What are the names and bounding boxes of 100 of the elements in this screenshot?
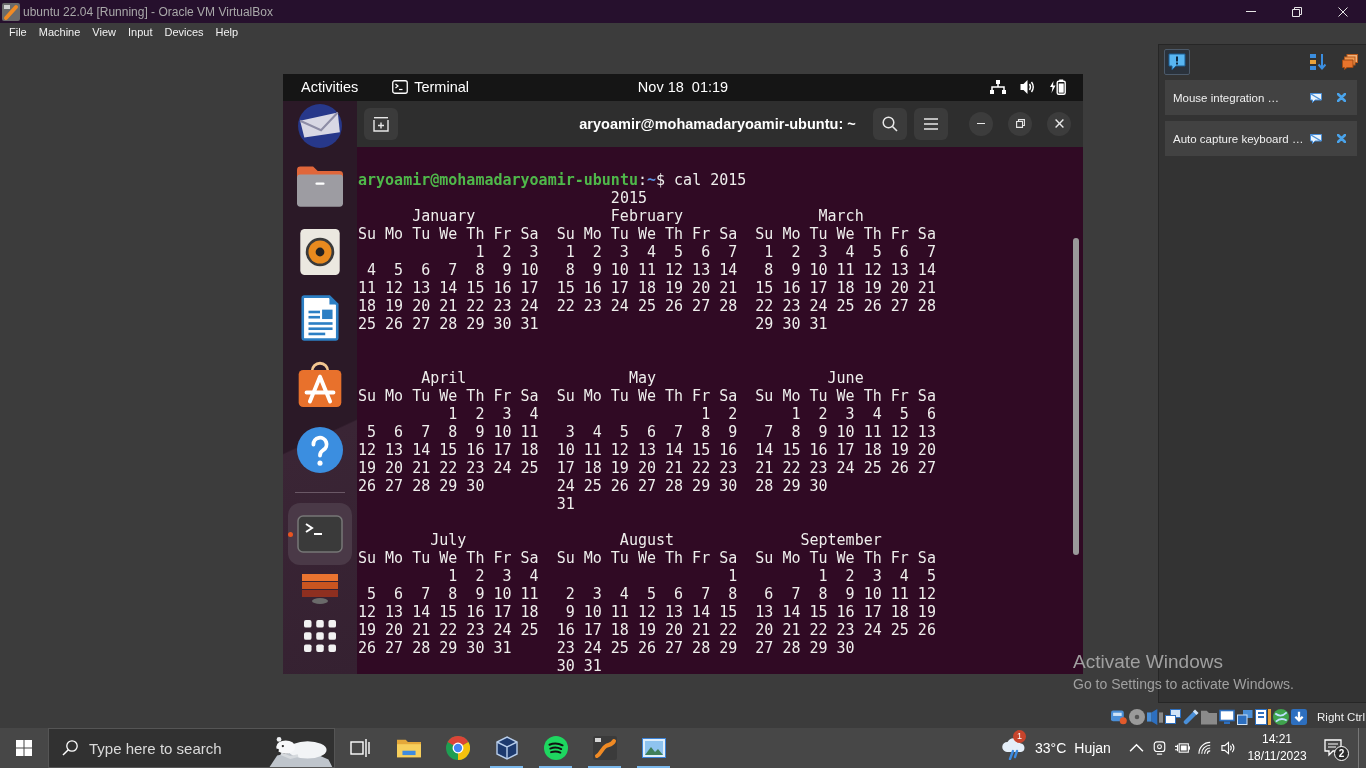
- picture-icon: [641, 736, 666, 760]
- week-row: 1 2 3 4 5: [818, 566, 936, 585]
- activation-message: Go to Settings to activate Windows.: [1073, 675, 1294, 693]
- close-button[interactable]: [1047, 111, 1071, 136]
- scrollbar-thumb[interactable]: [1073, 237, 1079, 555]
- week-row: 7 8 9 10 11 12 13: [764, 422, 936, 441]
- week-row: 19 20 21 22 23 24 25: [358, 620, 539, 639]
- week-row: 1 2 3 4: [448, 566, 539, 585]
- weekday-header: Su Mo Tu We Th Fr Sa: [755, 386, 936, 405]
- menu-item[interactable]: File: [3, 24, 33, 40]
- notification-count: 2: [1334, 746, 1349, 761]
- weekday-header: Su Mo Tu We Th Fr Sa: [556, 386, 738, 405]
- menu-item[interactable]: Devices: [158, 24, 210, 40]
- chevron-up-icon: [1129, 741, 1144, 755]
- optical-disc-icon[interactable]: [1129, 709, 1146, 725]
- volume-icon[interactable]: [1020, 80, 1036, 94]
- menu-item[interactable]: Help: [209, 24, 245, 40]
- minimize-icon: [977, 122, 985, 125]
- week-row: 16 17 18 19 20 21 22: [556, 620, 738, 639]
- week-row: 20 21 22 23 24 25 26: [755, 620, 936, 639]
- month-name: April: [421, 368, 467, 387]
- search-field[interactable]: Type here to search: [89, 737, 264, 759]
- search-button[interactable]: [873, 107, 907, 140]
- battery-icon[interactable]: [1050, 79, 1066, 95]
- task-view-icon: [349, 739, 370, 757]
- week-row: 5 6 7 8 9 10 11: [367, 584, 539, 603]
- week-row: 4 5 6 7 8 9 10: [367, 260, 539, 279]
- stacked-cards-icon: [1342, 53, 1358, 70]
- week-row: 14 15 16 17 18 19 20: [755, 440, 936, 459]
- usb-icon[interactable]: [1183, 709, 1200, 725]
- menu-item[interactable]: View: [86, 24, 122, 40]
- week-row: 17 18 19 20 21 22 23: [556, 458, 738, 477]
- crossed-bubble-icon: [1310, 92, 1322, 103]
- menu-icon: [924, 117, 938, 130]
- week-row: 1 2: [701, 404, 738, 423]
- week-row: 1 2 3: [475, 242, 539, 261]
- week-row: 18 19 20 21 22 23 24: [358, 296, 539, 315]
- stack-icon: [302, 574, 338, 605]
- maximize-button[interactable]: [1008, 111, 1032, 136]
- month-name: March: [818, 206, 864, 225]
- hard-disk-icon[interactable]: [1111, 709, 1128, 725]
- search-icon: [62, 740, 78, 756]
- week-row: 9 10 11 12 13 14 15: [565, 602, 738, 621]
- shopping-bag-icon: [297, 360, 343, 407]
- week-row: 24 25 26 27 28 29 30: [556, 476, 738, 495]
- host-key-label: Right Ctrl: [1317, 711, 1365, 723]
- four-panes-icon: [16, 740, 32, 756]
- network-icon[interactable]: [990, 80, 1006, 94]
- week-row: 1 2 3 4 5 6 7: [565, 242, 738, 261]
- clock-button[interactable]: Nov 18 01:19: [629, 75, 737, 99]
- week-row: 8 9 10 11 12 13 14: [565, 260, 738, 279]
- search-box[interactable]: Type here to search: [48, 728, 335, 768]
- battery-plug-icon: [1175, 741, 1190, 755]
- week-row: 26 27 28 29 30 31: [358, 638, 512, 657]
- weather-temperature: 33°C: [1035, 740, 1067, 756]
- weekday-header: Su Mo Tu We Th Fr Sa: [358, 386, 539, 405]
- crossed-bubble-icon: [1310, 133, 1322, 144]
- week-row: 13 14 15 16 17 18 19: [755, 602, 936, 621]
- app-menu-button[interactable]: Terminal: [384, 75, 477, 99]
- monitor-icon[interactable]: [1219, 709, 1236, 725]
- sound-waves-icon: [543, 736, 568, 760]
- action-center-button[interactable]: 2: [1313, 728, 1353, 768]
- week-row: 8 9 10 11 12 13 14: [764, 260, 936, 279]
- restore-icon: [1015, 119, 1025, 128]
- sort-icon: [1310, 53, 1326, 70]
- week-row: 11 12 13 14 15 16 17: [358, 278, 539, 297]
- globe-icon[interactable]: [1273, 709, 1290, 725]
- weather-condition: Hujan: [1074, 740, 1111, 756]
- menu-item[interactable]: Input: [121, 24, 159, 40]
- weekday-header: Su Mo Tu We Th Fr Sa: [358, 548, 539, 567]
- search-icon: [882, 115, 898, 132]
- notification-text: Mouse integration …: [1173, 91, 1281, 104]
- tab-plus-icon: [373, 115, 389, 132]
- panel-icon[interactable]: [1255, 709, 1272, 725]
- notification-text: Auto capture keyboard …: [1173, 132, 1305, 145]
- week-row: 23 24 25 26 27 28 29: [556, 638, 738, 657]
- taskbar-date: 18/11/2023: [1247, 748, 1307, 765]
- menu-button[interactable]: [914, 107, 948, 140]
- week-row: 5 6 7 8 9 10 11: [367, 422, 539, 441]
- week-row: 31: [556, 494, 575, 513]
- help-icon: [297, 426, 343, 473]
- week-row: 10 11 12 13 14 15 16: [556, 440, 738, 459]
- wifi-icon: [1198, 741, 1213, 755]
- week-row: 21 22 23 24 25 26 27: [755, 458, 936, 477]
- mail-icon: [297, 102, 343, 149]
- notifications-button[interactable]: [1164, 48, 1190, 75]
- close-icon: [1336, 134, 1346, 143]
- weekday-header: Su Mo Tu We Th Fr Sa: [556, 548, 738, 567]
- month-name: July: [430, 530, 467, 549]
- network-icon[interactable]: [1165, 709, 1182, 725]
- week-row: 22 23 24 25 26 27 28: [755, 296, 936, 315]
- week-row: 28 29 30: [755, 476, 828, 495]
- week-row: 26 27 28 29 30: [358, 476, 485, 495]
- new-tab-button[interactable]: [364, 107, 398, 140]
- activities-button[interactable]: Activities: [293, 75, 367, 99]
- week-row: 6 7 8 9 10 11 12: [764, 584, 936, 603]
- windows-stack-icon[interactable]: [1237, 709, 1254, 725]
- month-name: February: [610, 206, 684, 225]
- week-row: 1: [728, 566, 738, 585]
- menu-item[interactable]: Machine: [32, 24, 87, 40]
